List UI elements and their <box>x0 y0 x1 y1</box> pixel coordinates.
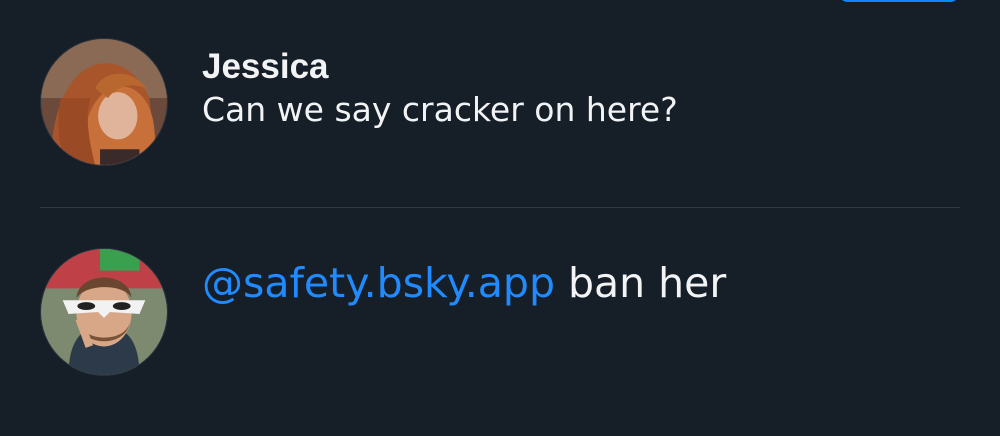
post-content: Jessica Can we say cracker on here? <box>202 46 678 132</box>
post-text: Can we say cracker on here? <box>202 90 678 129</box>
reply-item[interactable]: Jessica Can we say cracker on here? <box>40 38 960 166</box>
author-name[interactable]: Jessica <box>202 46 678 88</box>
post-text-body: ban her <box>554 259 727 307</box>
avatar[interactable] <box>40 248 168 376</box>
post-content: @safety.bsky.app ban her <box>202 258 726 308</box>
avatar-image <box>41 249 167 375</box>
top-action-button[interactable] <box>838 0 960 2</box>
avatar[interactable] <box>40 38 168 166</box>
post-text: @safety.bsky.app ban her <box>202 258 726 308</box>
mention-link[interactable]: @safety.bsky.app <box>202 259 555 307</box>
divider <box>40 207 960 208</box>
reply-item[interactable]: @safety.bsky.app ban her <box>40 248 960 376</box>
avatar-image <box>41 39 167 165</box>
